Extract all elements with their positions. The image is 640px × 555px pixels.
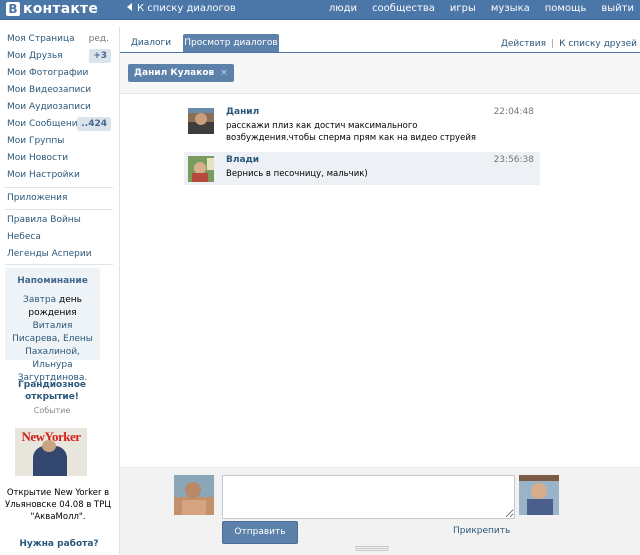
sidebar-item-photos[interactable]: Мои Фотографии — [7, 65, 111, 81]
sidebar: Моя Страница ред. Мои Друзья +3 Мои Фото… — [0, 20, 118, 554]
remove-participant-icon[interactable]: × — [220, 68, 228, 78]
sidebar-item-label: Моя Страница — [7, 34, 75, 44]
ad-next-title[interactable]: Нужна работа? — [0, 539, 118, 549]
sidebar-divider — [5, 187, 113, 188]
reminder-tomorrow[interactable]: Завтра — [23, 295, 56, 305]
sidebar-item-label: Мои Фотографии — [7, 68, 89, 78]
sidebar-item-audio[interactable]: Мои Аудиозаписи — [7, 99, 111, 115]
participant-chip[interactable]: Данил Кулаков × — [128, 64, 234, 82]
top-nav: люди сообщества игры музыка помощь выйти — [329, 3, 634, 14]
sidebar-divider — [5, 209, 113, 210]
back-arrow-icon — [127, 3, 132, 11]
vk-logo[interactable]: В контакте — [6, 1, 98, 17]
top-bar: В контакте К списку диалогов люди сообще… — [0, 0, 640, 20]
back-link-label: К списку диалогов — [137, 3, 236, 14]
messages-badge[interactable]: ..424 — [77, 117, 111, 131]
reminder-people[interactable]: Виталия Писарева, Елены Пахалиной, Ильну… — [12, 321, 93, 383]
birthday-reminder: Напоминание Завтра день рождения Виталия… — [5, 268, 100, 383]
sidebar-divider — [5, 264, 113, 265]
message-text: расскажи плиз как достич максимального в… — [226, 121, 476, 143]
sidebar-item-friends[interactable]: Мои Друзья +3 — [7, 48, 111, 64]
sidebar-item-messages[interactable]: Мои Сообщения ..424 — [7, 116, 111, 132]
separator: | — [551, 39, 555, 49]
sidebar-item-label: Мои Группы — [7, 136, 65, 146]
message-time: 22:04:48 — [493, 107, 534, 117]
sidebar-item-label: Небеса — [7, 232, 41, 242]
nav-people[interactable]: люди — [329, 3, 357, 14]
participant-name: Данил Кулаков — [134, 68, 215, 78]
ad-person-head — [42, 440, 56, 452]
friends-badge[interactable]: +3 — [89, 49, 111, 63]
sidebar-item-label: Мои Видеозаписи — [7, 85, 92, 95]
message-input[interactable] — [222, 475, 515, 519]
resize-grip[interactable] — [355, 546, 389, 551]
sidebar-item-label: Правила Войны — [7, 215, 81, 225]
logo-text: контакте — [23, 1, 99, 17]
message-row[interactable]: Влади 23:56:38 Вернись в песочницу, маль… — [184, 152, 540, 185]
ad-text[interactable]: Открытие New Yorker в Ульяновске 04.08 в… — [3, 487, 113, 523]
message-text: Вернись в песочницу, мальчик) — [226, 169, 368, 179]
to-friends-link[interactable]: К списку друзей — [559, 39, 637, 49]
nav-music[interactable]: музыка — [491, 3, 530, 14]
back-to-dialogs-link[interactable]: К списку диалогов — [127, 3, 236, 14]
ad-title[interactable]: Грандиозное открытие! — [0, 379, 104, 403]
sidebar-item-label: Мои Настройки — [7, 170, 80, 180]
tab-bar: Диалоги Просмотр диалогов Действия | К спи… — [120, 27, 640, 53]
logo-letter: В — [6, 2, 20, 16]
sidebar-item-label: Приложения — [7, 193, 68, 203]
sidebar-item-videos[interactable]: Мои Видеозаписи — [7, 82, 111, 98]
sidebar-item-groups[interactable]: Мои Группы — [7, 133, 111, 149]
sidebar-item-my-page[interactable]: Моя Страница ред. — [7, 31, 111, 47]
tab-view-dialogs[interactable]: Просмотр диалогов — [183, 34, 279, 52]
tab-actions: Действия | К списку друзей — [501, 39, 637, 49]
attach-link[interactable]: Прикрепить — [453, 526, 510, 536]
ad-image[interactable]: NewYorker — [15, 428, 87, 476]
sidebar-item-settings[interactable]: Мои Настройки — [7, 167, 111, 183]
message-row[interactable]: Данил 22:04:48 расскажи плиз как достич … — [184, 104, 540, 143]
nav-communities[interactable]: сообщества — [372, 3, 435, 14]
nav-help[interactable]: помощь — [545, 3, 587, 14]
main-content: Диалоги Просмотр диалогов Действия | К спи… — [119, 27, 640, 555]
reminder-title: Напоминание — [17, 276, 88, 286]
actions-link[interactable]: Действия — [501, 39, 546, 49]
recipient-avatar[interactable] — [519, 475, 559, 515]
avatar[interactable] — [188, 156, 214, 182]
nav-logout[interactable]: выйти — [601, 3, 634, 14]
message-author[interactable]: Влади — [226, 155, 259, 165]
sidebar-item-label: Мои Аудиозаписи — [7, 102, 91, 112]
tab-dialogs[interactable]: Диалоги — [130, 34, 172, 52]
edit-link[interactable]: ред. — [89, 31, 109, 47]
sidebar-item-apps[interactable]: Приложения — [7, 190, 111, 206]
message-time: 23:56:38 — [493, 155, 534, 165]
avatar[interactable] — [188, 108, 214, 134]
message-composer: Отправить Прикрепить — [120, 467, 640, 555]
sidebar-item-label: Мои Друзья — [7, 51, 63, 61]
sidebar-item-label: Легенды Асперии — [7, 249, 92, 259]
reminder-text: Завтра день рождения Виталия Писарева, Е… — [9, 294, 96, 385]
sidebar-item-news[interactable]: Мои Новости — [7, 150, 111, 166]
sidebar-item-label: Мои Сообщения — [7, 119, 83, 129]
sidebar-app-item[interactable]: Небеса — [7, 229, 111, 245]
sidebar-app-item[interactable]: Легенды Асперии — [7, 246, 111, 262]
send-button[interactable]: Отправить — [222, 521, 298, 544]
sidebar-app-item[interactable]: Правила Войны — [7, 212, 111, 228]
sidebar-item-label: Мои Новости — [7, 153, 69, 163]
nav-games[interactable]: игры — [450, 3, 476, 14]
ad-subtitle: Событие — [33, 406, 71, 415]
message-author[interactable]: Данил — [226, 107, 259, 117]
my-avatar[interactable] — [174, 475, 214, 515]
